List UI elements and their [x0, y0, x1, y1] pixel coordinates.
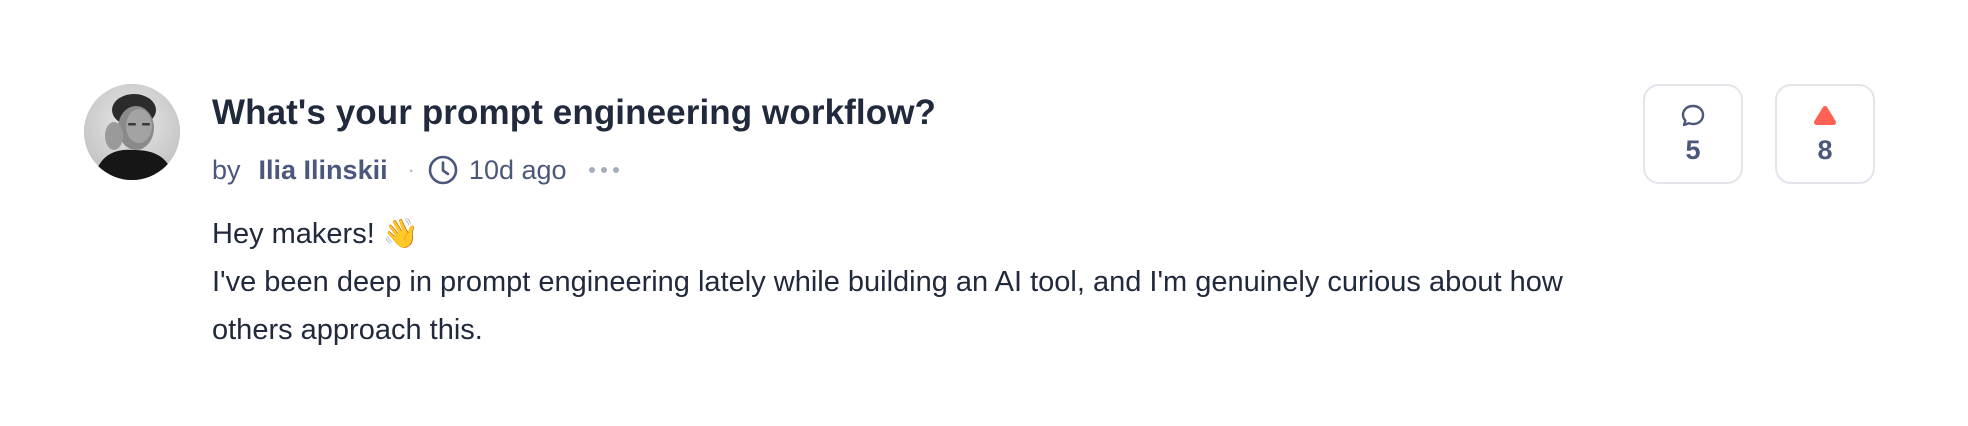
post-title[interactable]: What's your prompt engineering workflow?	[212, 84, 1612, 142]
upvote-button[interactable]: 8	[1775, 84, 1875, 184]
avatar[interactable]	[84, 84, 180, 180]
by-label: by	[212, 154, 241, 185]
comments-count: 5	[1685, 135, 1701, 165]
upvote-triangle-icon	[1814, 106, 1836, 125]
time-ago: 10d ago	[468, 154, 567, 185]
comments-button[interactable]: 5	[1643, 84, 1743, 184]
more-dots-icon	[588, 167, 595, 173]
more-dots-icon	[600, 167, 607, 173]
avatar-photo	[84, 84, 180, 180]
post-actions: 5 8	[1643, 84, 1875, 184]
upvotes-count: 8	[1817, 135, 1833, 165]
post-body: Hey makers! 👋 I've been deep in prompt e…	[212, 210, 1612, 354]
post-meta: by Ilia Ilinskii · 10d ago	[212, 148, 1612, 192]
post-greeting: Hey makers! 👋	[212, 218, 419, 250]
meta-separator: ·	[407, 157, 415, 182]
comment-bubble-icon	[1681, 104, 1705, 127]
more-dots-icon	[612, 167, 619, 173]
clock-icon	[428, 155, 458, 185]
post-card: What's your prompt engineering workflow?…	[0, 0, 1968, 426]
more-options-button[interactable]	[588, 167, 619, 173]
author-link[interactable]: Ilia Ilinskii	[259, 155, 388, 186]
post-text: I've been deep in prompt engineering lat…	[212, 266, 1563, 346]
post-content: What's your prompt engineering workflow?…	[212, 84, 1612, 354]
